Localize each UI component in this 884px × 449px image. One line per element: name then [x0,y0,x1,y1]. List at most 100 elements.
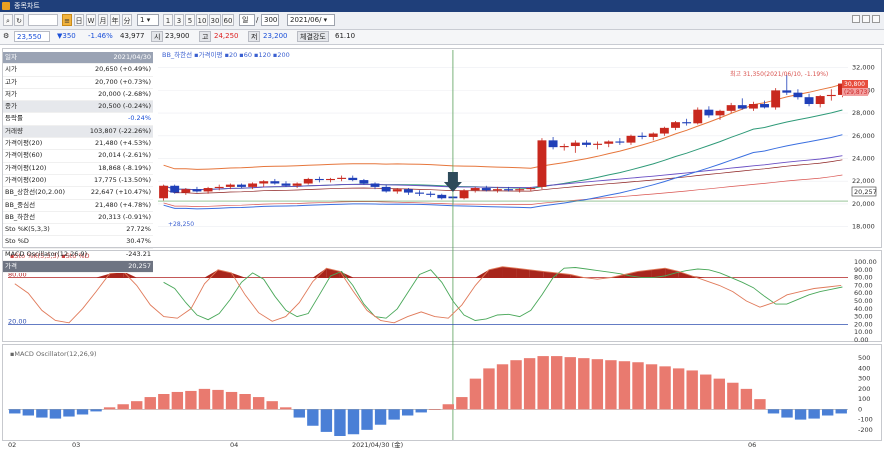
info-value: -0.24% [128,114,151,123]
info-row: MACD Oscillator(12,26,9) -243.21 [3,249,153,262]
macd-bar [469,378,482,410]
price-y-tick: 20,000 [852,200,875,208]
macd-bar [727,382,739,410]
candle-body [582,142,591,145]
macd-bar [293,409,305,418]
info-value: 20,014 (-2.61%) [98,151,151,160]
info-key: BB_하한선 [5,212,36,221]
candle-body [548,140,558,148]
candle-body [615,141,625,143]
selected-candle-arrow [443,171,462,192]
sto-y-tick: 0.00 [854,336,868,344]
macd-bar [821,409,834,416]
info-row: 가격이평(120) 18,868 (-8.19%) [3,163,153,175]
candle-body [715,110,725,116]
info-row: 가격이평(200) 17,775 (-13.50%) [3,175,153,188]
info-key: 저가 [5,89,17,98]
sto-y-tick: 50.00 [854,297,873,305]
macd-bar [483,368,495,410]
bb-lower-line [163,134,843,210]
macd-bar [131,401,143,410]
macd-bar [537,356,549,410]
macd-bar [835,409,847,414]
macd-bar [605,360,617,410]
sto-y-tick: 70.00 [854,281,873,289]
data-window: 일자 2021/04/30 시가 20,650 (+0.49%) 고가 20,700 (+… [3,52,153,274]
macd-y-tick: 400 [858,364,870,372]
macd-bar [158,394,170,410]
price-tag-top2: (29,873) [844,89,870,96]
macd-bar [740,388,753,410]
macd-y-tick: 0 [858,405,862,413]
price-y-tick: 32,000 [852,64,875,72]
info-key: 가격이평(200) [5,175,47,184]
info-row: BB_하한선 20,313 (-0.91%) [3,212,153,225]
cursor-price-tag: 20,257 [854,188,877,196]
macd-bar [266,401,278,410]
candle-body [192,189,202,192]
candle-body [370,183,380,187]
info-key: 거래량 [5,126,23,135]
sto-y-tick: 80.00 [854,274,873,282]
macd-bar [307,409,319,426]
price-y-tick: 18,000 [852,223,875,231]
info-value: -243.21 [125,249,151,258]
price-y-tick: 28,000 [852,109,875,117]
sto-overbought-area [475,269,489,278]
macd-bar [334,409,346,436]
macd-bar [76,409,89,415]
candle-body [626,135,636,143]
candle-body [348,177,358,181]
macd-bar [496,364,509,410]
candle-body [337,177,347,179]
macd-bar [794,409,807,420]
info-row: Sto %K(5,3,3) 27.72% [3,224,153,237]
x-axis-label: 06 [748,441,756,449]
macd-bar [713,378,725,410]
ma120-line [163,159,843,194]
candle-body [604,141,614,144]
info-row: BB_상한선(20,2.00) 22,647 (+10.47%) [3,187,153,200]
macd-bar [212,389,224,410]
candle-body [726,105,736,111]
candle-body [203,188,213,192]
info-row: 종가 20,500 (-0.24%) [3,101,153,114]
candle-body [515,189,525,191]
macd-bar [591,359,604,410]
macd-bar [523,358,536,410]
candle-body [826,94,836,97]
macd-y-tick: -100 [858,416,873,424]
macd-bar [36,409,48,418]
info-value: 27.72% [126,225,151,234]
candle-body [815,96,825,105]
info-value: 103,807 (-22.26%) [89,126,151,135]
macd-bar [578,358,590,410]
macd-bar [280,407,292,410]
candle-body [437,194,447,199]
candle-body [426,193,436,195]
sto-y-tick: 30.00 [854,313,873,321]
macd-bar [700,374,712,410]
candle-body [359,180,369,184]
candle-body [259,181,269,184]
candle-body [648,133,658,137]
candle-body [270,181,280,184]
sto-y-tick: 60.00 [854,289,873,297]
low-annotation: +28,250 [168,221,194,228]
macd-bar [645,364,658,410]
info-key: 가격 [5,262,17,271]
info-value: 2021/04/30 [113,53,151,61]
macd-y-tick: -200 [858,426,873,434]
info-key: 가격이평(120) [5,163,47,172]
sto-y-tick: 90.00 [854,266,873,274]
macd-bar [686,370,698,410]
info-key: Sto %D [5,237,29,246]
macd-bar [239,394,251,410]
x-axis-label: 04 [230,441,238,449]
candle-body [671,122,680,128]
x-axis-label: 02 [8,441,16,449]
info-key: 등락률 [5,114,23,123]
info-value: 30.47% [126,237,151,246]
macd-bar [456,397,468,410]
macd-bar [754,399,766,410]
